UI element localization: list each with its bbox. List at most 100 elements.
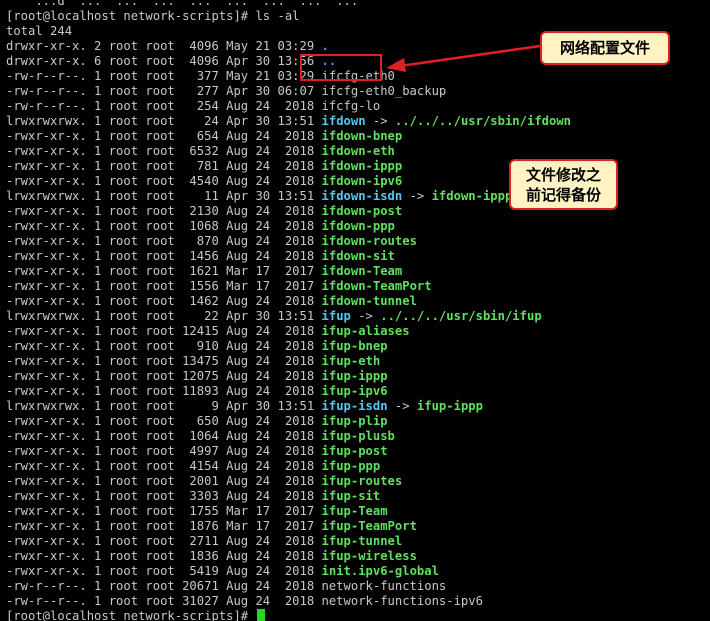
filename-green: ifup-bnep [321, 339, 388, 353]
shell-prompt-line: [root@localhost network-scripts]# [6, 609, 266, 621]
terminal-line: -rw-r--r--. 1 root root 277 Apr 30 06:07… [6, 84, 446, 99]
line-text: -rwxr-xr-x. 1 root root 4540 Aug 24 2018 [6, 174, 322, 188]
line-text: -rwxr-xr-x. 1 root root 1556 Mar 17 2017 [6, 279, 322, 293]
line-text: lrwxrwxrwx. 1 root root 11 Apr 30 13:51 [6, 189, 322, 203]
line-text: -rwxr-xr-x. 1 root root 13475 Aug 24 201… [6, 354, 322, 368]
filename-green: ifdown-TeamPort [321, 279, 432, 293]
terminal-line: drwxr-xr-x. 6 root root 4096 Apr 30 13:5… [6, 54, 336, 69]
filename-green: ifup-routes [321, 474, 403, 488]
line-text: -rwxr-xr-x. 1 root root 650 Aug 24 2018 [6, 414, 322, 428]
network-config-callout: 网络配置文件 [540, 31, 670, 65]
filename-green: ../../../usr/sbin/ifdown [394, 114, 572, 128]
terminal-window[interactable]: ...d ... ... ... ... ... ... ... ... [roo… [0, 0, 710, 621]
terminal-line: -rwxr-xr-x. 1 root root 4540 Aug 24 2018… [6, 174, 402, 189]
terminal-line: -rwxr-xr-x. 1 root root 1876 Mar 17 2017… [6, 519, 417, 534]
terminal-line: -rwxr-xr-x. 1 root root 1556 Mar 17 2017… [6, 279, 432, 294]
terminal-line: -rwxr-xr-x. 1 root root 1836 Aug 24 2018… [6, 549, 417, 564]
filename-green: ifdown-sit [321, 249, 395, 263]
terminal-line: lrwxrwxrwx. 1 root root 24 Apr 30 13:51 … [6, 114, 571, 129]
filename-green: ifup-Team [321, 504, 388, 518]
backup-reminder-line-1: 文件修改之 [525, 166, 601, 184]
filename-green: ifdown-tunnel [321, 294, 417, 308]
filename-green: ifup-tunnel [321, 534, 403, 548]
filename-green: ifup-post [321, 444, 388, 458]
terminal-line: -rwxr-xr-x. 1 root root 13475 Aug 24 201… [6, 354, 380, 369]
terminal-line: -rw-r--r--. 1 root root 20671 Aug 24 201… [6, 579, 446, 594]
network-config-callout-text: 网络配置文件 [559, 39, 650, 57]
ifcfg-eth0-highlight-box [300, 54, 382, 81]
filename-cyan: ifdown [321, 114, 366, 128]
filename-green: ifup-TeamPort [321, 519, 417, 533]
filename-green: ifdown-ippp [431, 189, 513, 203]
terminal-line: lrwxrwxrwx. 1 root root 22 Apr 30 13:51 … [6, 309, 542, 324]
backup-reminder-callout: 文件修改之 前记得备份 [509, 159, 618, 210]
terminal-line: -rwxr-xr-x. 1 root root 12415 Aug 24 201… [6, 324, 410, 339]
filename-green: ifdown-post [321, 204, 403, 218]
line-text: -rwxr-xr-x. 1 root root 3303 Aug 24 2018 [6, 489, 322, 503]
line-text: -rw-r--r--. 1 root root 20671 Aug 24 201… [6, 579, 447, 593]
line-text: -rw-r--r--. 1 root root 277 Apr 30 06:07… [6, 84, 447, 98]
filename-green: ../../../usr/sbin/ifup [380, 309, 542, 323]
terminal-line: -rwxr-xr-x. 1 root root 1068 Aug 24 2018… [6, 219, 395, 234]
filename-green: ifup-ippp [321, 369, 388, 383]
line-text: -rwxr-xr-x. 1 root root 654 Aug 24 2018 [6, 129, 322, 143]
filename-green: ifup-sit [321, 489, 381, 503]
terminal-line: -rw-r--r--. 1 root root 254 Aug 24 2018 … [6, 99, 380, 114]
line-text: ...d ... ... ... ... ... ... ... ... [6, 0, 359, 8]
line-text: [root@localhost network-scripts]# [6, 609, 256, 621]
terminal-line: -rwxr-xr-x. 1 root root 1621 Mar 17 2017… [6, 264, 402, 279]
terminal-line: -rw-r--r--. 1 root root 31027 Aug 24 201… [6, 594, 483, 609]
terminal-line: -rwxr-xr-x. 1 root root 781 Aug 24 2018 … [6, 159, 402, 174]
filename-green: ifup-plusb [321, 429, 395, 443]
filename-cyan: ifup-isdn [321, 399, 388, 413]
line-text: -rwxr-xr-x. 1 root root 12075 Aug 24 201… [6, 369, 322, 383]
filename-cyan: ifup [321, 309, 351, 323]
terminal-line: -rwxr-xr-x. 1 root root 3303 Aug 24 2018… [6, 489, 380, 504]
filename-green: ifdown-bnep [321, 129, 403, 143]
terminal-line: -rwxr-xr-x. 1 root root 2130 Aug 24 2018… [6, 204, 402, 219]
line-text: lrwxrwxrwx. 1 root root 22 Apr 30 13:51 [6, 309, 322, 323]
backup-reminder-line-2: 前记得备份 [525, 186, 601, 204]
terminal-line: -rwxr-xr-x. 1 root root 5419 Aug 24 2018… [6, 564, 439, 579]
line-text: -rwxr-xr-x. 1 root root 12415 Aug 24 201… [6, 324, 322, 338]
line-text: -> [402, 189, 432, 203]
line-text: -rwxr-xr-x. 1 root root 2130 Aug 24 2018 [6, 204, 322, 218]
terminal-line: -rwxr-xr-x. 1 root root 4997 Aug 24 2018… [6, 444, 388, 459]
line-text: -rwxr-xr-x. 1 root root 1064 Aug 24 2018 [6, 429, 322, 443]
line-text: -rwxr-xr-x. 1 root root 1462 Aug 24 2018 [6, 294, 322, 308]
terminal-line: ...d ... ... ... ... ... ... ... ... [6, 0, 358, 9]
filename-green: ifup-eth [321, 354, 381, 368]
line-text: -> [350, 309, 381, 323]
terminal-line: -rwxr-xr-x. 1 root root 2711 Aug 24 2018… [6, 534, 402, 549]
line-text: -rwxr-xr-x. 1 root root 2711 Aug 24 2018 [6, 534, 322, 548]
filename-blue: . [321, 39, 329, 53]
line-text: -rwxr-xr-x. 1 root root 4997 Aug 24 2018 [6, 444, 322, 458]
filename-green: ifup-aliases [321, 324, 410, 338]
terminal-line: -rwxr-xr-x. 1 root root 11893 Aug 24 201… [6, 384, 388, 399]
filename-green: ifup-wireless [321, 549, 417, 563]
line-text: drwxr-xr-x. 6 root root 4096 Apr 30 13:5… [6, 54, 322, 68]
line-text: -rwxr-xr-x. 1 root root 910 Aug 24 2018 [6, 339, 322, 353]
terminal-line: -rwxr-xr-x. 1 root root 1755 Mar 17 2017… [6, 504, 388, 519]
filename-green: ifdown-ipv6 [321, 174, 403, 188]
line-text: -> [365, 114, 395, 128]
line-text: -rwxr-xr-x. 1 root root 5419 Aug 24 2018 [6, 564, 322, 578]
line-text: drwxr-xr-x. 2 root root 4096 May 21 03:2… [6, 39, 322, 53]
terminal-line: -rwxr-xr-x. 1 root root 654 Aug 24 2018 … [6, 129, 402, 144]
filename-green: ifdown-routes [321, 234, 417, 248]
line-text: -rw-r--r--. 1 root root 254 Aug 24 2018 … [6, 99, 381, 113]
line-text: lrwxrwxrwx. 1 root root 24 Apr 30 13:51 [6, 114, 322, 128]
terminal-line: lrwxrwxrwx. 1 root root 9 Apr 30 13:51 i… [6, 399, 483, 414]
terminal-line: -rwxr-xr-x. 1 root root 910 Aug 24 2018 … [6, 339, 388, 354]
line-text: -rwxr-xr-x. 1 root root 781 Aug 24 2018 [6, 159, 322, 173]
line-text: -rwxr-xr-x. 1 root root 1836 Aug 24 2018 [6, 549, 322, 563]
shell-prompt-line: [root@localhost network-scripts]# ls -al [6, 9, 300, 24]
filename-green: init.ipv6-global [321, 564, 439, 578]
terminal-line: lrwxrwxrwx. 1 root root 11 Apr 30 13:51 … [6, 189, 512, 204]
line-text: -rwxr-xr-x. 1 root root 1621 Mar 17 2017 [6, 264, 322, 278]
terminal-line: -rwxr-xr-x. 1 root root 870 Aug 24 2018 … [6, 234, 417, 249]
terminal-line: -rwxr-xr-x. 1 root root 1462 Aug 24 2018… [6, 294, 417, 309]
line-text: [root@localhost network-scripts]# ls -al [6, 9, 300, 23]
terminal-line: -rwxr-xr-x. 1 root root 2001 Aug 24 2018… [6, 474, 402, 489]
line-text: -rwxr-xr-x. 1 root root 1068 Aug 24 2018 [6, 219, 322, 233]
